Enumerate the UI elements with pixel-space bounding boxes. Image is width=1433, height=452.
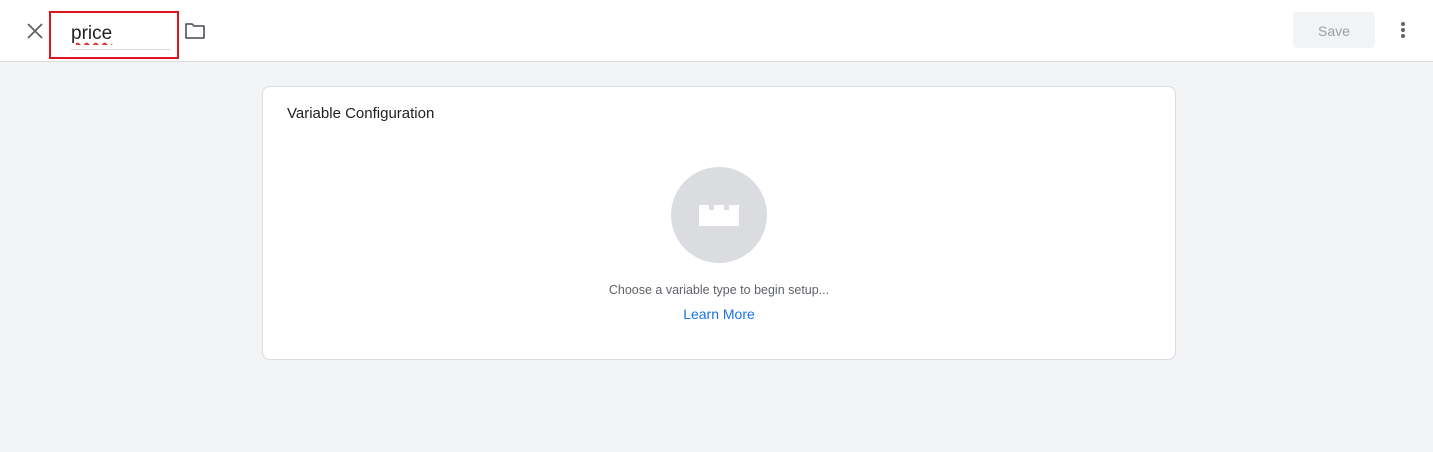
variable-name-highlight <box>49 11 179 59</box>
more-vert-icon <box>1401 22 1405 38</box>
folder-button[interactable] <box>183 19 207 43</box>
folder-icon <box>185 23 205 39</box>
more-options-button[interactable] <box>1393 18 1413 42</box>
brick-icon <box>699 205 739 226</box>
learn-more-row: Learn More <box>263 306 1175 322</box>
variable-name-input[interactable] <box>71 19 171 50</box>
setup-hint: Choose a variable type to begin setup... <box>608 283 830 297</box>
card-title: Variable Configuration <box>287 105 435 122</box>
save-button[interactable]: Save <box>1293 12 1375 48</box>
close-button[interactable] <box>20 16 50 46</box>
choose-variable-type-button[interactable] <box>671 167 767 263</box>
close-icon <box>27 23 43 39</box>
learn-more-link[interactable]: Learn More <box>683 306 755 322</box>
variable-configuration-card: Variable Configuration Choose a variable… <box>262 86 1176 360</box>
top-bar: Save <box>0 0 1433 62</box>
